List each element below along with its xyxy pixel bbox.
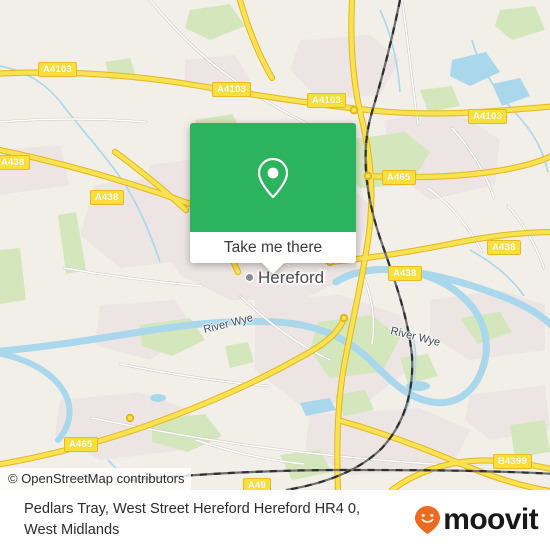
place-marker-dot [246, 274, 253, 281]
popup-tail-pointer [262, 263, 284, 274]
popup-action-bar[interactable]: Take me there [190, 232, 356, 274]
location-caption: Pedlars Tray, West Street Hereford Heref… [0, 499, 414, 541]
road-shield: A465 [382, 170, 416, 185]
road-shield: A438 [487, 240, 521, 255]
road-shield: A4103 [307, 93, 346, 108]
popup-header [190, 123, 356, 232]
caption-line-2: West Midlands [24, 522, 120, 538]
road-shield: A4103 [468, 109, 507, 124]
road-shield: A49 [243, 478, 272, 490]
take-me-there-label: Take me there [223, 238, 323, 256]
map-canvas[interactable]: A4103 A4103 A4103 A4103 A438 A438 A438 A438 A465… [0, 0, 550, 490]
map-attribution[interactable]: © OpenStreetMap contributors [0, 468, 191, 490]
road-shield: A438 [0, 155, 30, 170]
road-shield: B4399 [493, 454, 532, 469]
footer-bar: Pedlars Tray, West Street Hereford Heref… [0, 490, 550, 550]
caption-line-1: Pedlars Tray, West Street Hereford Heref… [24, 501, 361, 517]
location-popup-card[interactable]: Take me there [190, 123, 356, 274]
map-screenshot: A4103 A4103 A4103 A4103 A438 A438 A438 A438 A465… [0, 0, 550, 550]
road-shield: A4103 [212, 82, 251, 97]
road-shield: A465 [64, 437, 98, 452]
road-shield: A438 [388, 266, 422, 281]
moovit-wordmark: moovit [443, 503, 538, 536]
moovit-smiley-pin-icon [415, 506, 441, 534]
location-pin-icon [257, 157, 289, 198]
road-shield: A4103 [38, 62, 77, 77]
road-shield: A438 [90, 190, 124, 205]
moovit-brand[interactable]: moovit [414, 503, 550, 537]
